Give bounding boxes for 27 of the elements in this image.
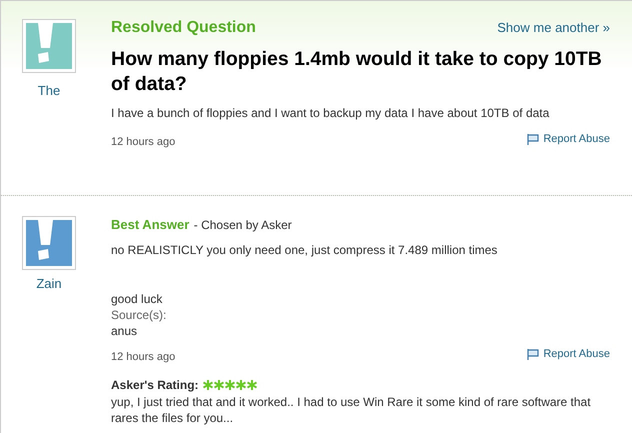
answer-text: no REALISTICLY you only need one, just compress it 7.489 million times (111, 242, 498, 258)
report-abuse-link[interactable]: Report Abuse (527, 133, 610, 145)
flag-icon (527, 348, 540, 360)
timestamp: 12 hours ago (111, 350, 176, 362)
chosen-by-text: - Chosen by Asker (194, 218, 292, 232)
avatar-icon[interactable] (22, 19, 76, 73)
avatar-icon[interactable] (22, 216, 76, 270)
rating-comment: yup, I just tried that and it worked.. I had to use Win Rare it some kind of rare software that rares the files for you... (111, 394, 592, 426)
author-link[interactable]: Zain (36, 276, 62, 291)
flag-icon (527, 134, 540, 144)
star-icon (236, 380, 246, 390)
star-icon (214, 380, 224, 390)
question-title: How many floppies 1.4mb would it take to copy 10TB of data? (111, 47, 603, 97)
report-abuse-link[interactable]: Report Abuse (527, 348, 610, 360)
answer-text: good luck (111, 291, 164, 307)
star-icon (246, 380, 257, 390)
rating-label: Asker's Rating: (111, 378, 199, 392)
author-link[interactable]: The (38, 83, 60, 98)
resolved-question-heading: Resolved Question (111, 19, 256, 37)
timestamp: 12 hours ago (111, 136, 176, 148)
source-text: anus (111, 323, 138, 339)
question-text: I have a bunch of floppies and I want to backup my data I have about 10TB of data (111, 105, 550, 121)
star-icon (202, 380, 213, 390)
star-icon (224, 380, 235, 390)
sources-label: Source(s): (111, 307, 168, 323)
best-answer-heading: Best Answer (111, 217, 190, 232)
show-another-link[interactable]: Show me another » (497, 20, 610, 35)
